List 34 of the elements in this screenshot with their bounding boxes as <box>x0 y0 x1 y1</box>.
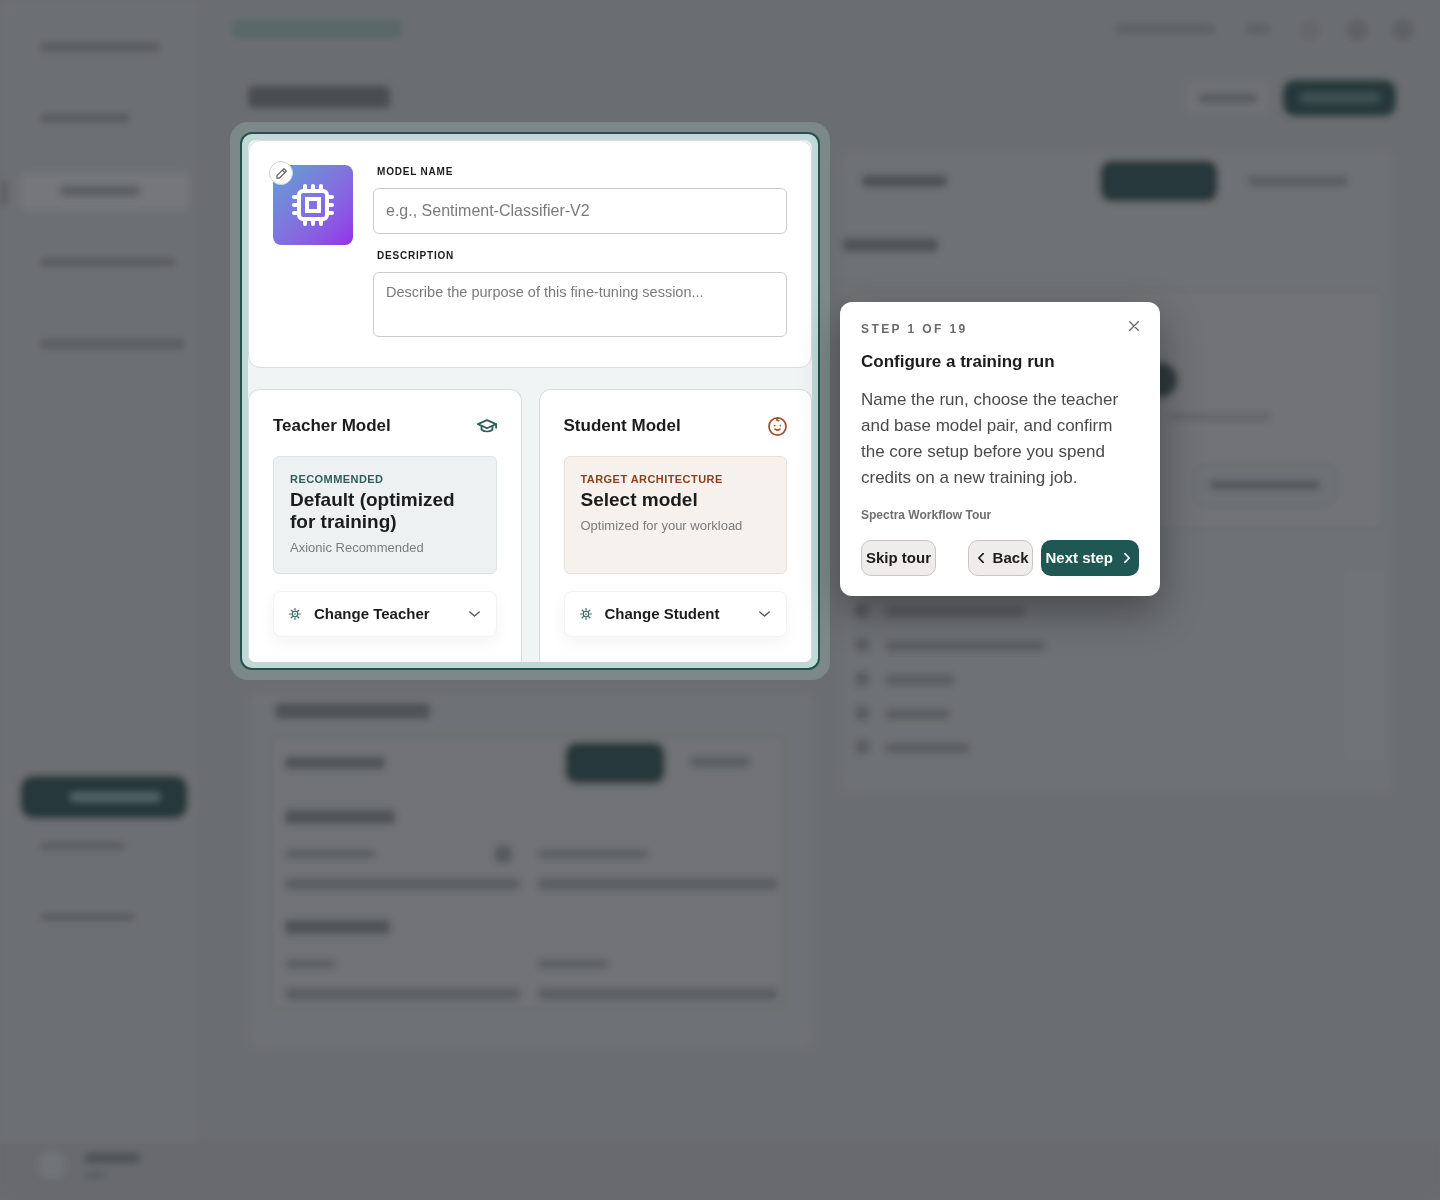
description-field[interactable]: Describe the purpose of this fine-tuning session... <box>373 272 787 337</box>
change-model-dropdown[interactable]: Change Student <box>563 591 787 637</box>
chevron-down-icon <box>759 611 770 617</box>
gear-icon <box>579 608 592 620</box>
chevron-down-icon <box>468 611 480 617</box>
model-name: Select model <box>580 489 698 511</box>
close-button[interactable] <box>1127 319 1141 333</box>
card-title: Student Model <box>563 415 681 437</box>
gear-icon <box>289 608 301 620</box>
model-note: Optimized for your workload <box>580 517 743 535</box>
edit-avatar-button[interactable] <box>269 161 293 185</box>
model-name-input[interactable]: e.g., Sentiment-Classifier-V2 <box>373 188 787 234</box>
close-icon <box>1129 321 1139 331</box>
chevron-left-icon <box>977 553 984 563</box>
baby-face-icon <box>768 416 787 436</box>
card-title: Teacher Model <box>273 415 391 437</box>
back-button[interactable]: Back <box>967 540 1034 576</box>
chevron-right-icon <box>1124 553 1130 563</box>
field-label: DESCRIPTION <box>376 250 456 262</box>
model-name: Default (optimized for training) <box>290 489 456 533</box>
tour-step-label: STEP 1 OF 19 <box>861 321 968 337</box>
tour-name: Spectra Workflow Tour <box>861 507 993 523</box>
panel-label: TARGET ARCHITECTURE <box>580 472 723 486</box>
next-step-button[interactable]: Next step <box>1041 540 1139 576</box>
pencil-icon <box>275 167 287 179</box>
tour-description: Name the run, choose the teacher and base model pair, and confirm the core setup before you spend credits on a new training job. <box>861 389 1120 489</box>
change-model-dropdown[interactable]: Change Teacher <box>273 591 497 637</box>
tour-title: Configure a training run <box>861 351 1056 373</box>
graduation-cap-icon <box>476 418 497 434</box>
model-note: Axionic Recommended <box>290 539 424 557</box>
field-label: MODEL NAME <box>376 166 455 178</box>
panel-label: RECOMMENDED <box>290 472 384 486</box>
skip-tour-button[interactable]: Skip tour <box>861 540 936 576</box>
chip-icon <box>292 184 334 226</box>
